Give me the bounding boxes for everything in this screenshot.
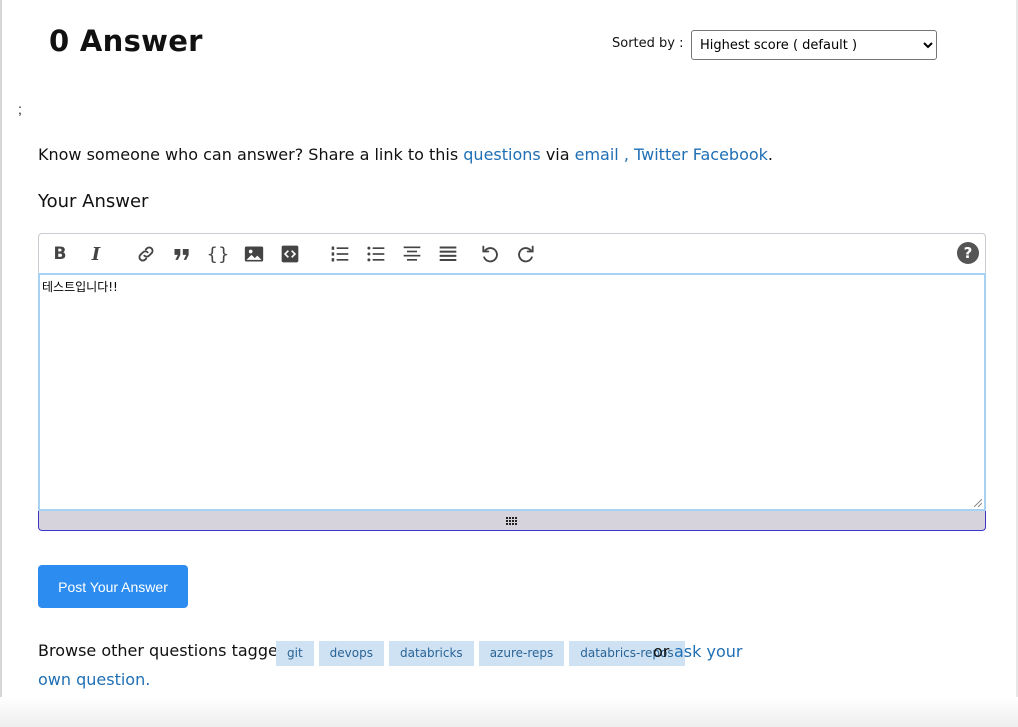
redo-icon[interactable] bbox=[513, 241, 539, 267]
tag-azure-reps[interactable]: azure-reps bbox=[478, 641, 565, 666]
share-prefix: Know someone who can answer? Share a lin… bbox=[38, 145, 464, 164]
share-via: via bbox=[540, 145, 575, 164]
tag-databricks[interactable]: databricks bbox=[388, 641, 474, 666]
facebook-link[interactable]: Facebook bbox=[693, 145, 768, 164]
code-icon[interactable]: {} bbox=[205, 241, 231, 267]
help-icon[interactable]: ? bbox=[957, 242, 979, 264]
ask-question-link-cont[interactable]: own question. bbox=[38, 670, 150, 689]
editor-resize-handle[interactable] bbox=[38, 511, 986, 531]
browse-tags-prefix: Browse other questions tagged bbox=[38, 641, 288, 660]
blockquote-icon[interactable] bbox=[169, 241, 195, 267]
window-left-border bbox=[0, 0, 2, 727]
link-icon[interactable] bbox=[133, 241, 159, 267]
questions-link[interactable]: questions bbox=[463, 145, 540, 164]
sort-select[interactable]: Highest score ( default ) bbox=[691, 30, 937, 60]
sort-label: Sorted by : bbox=[612, 36, 684, 51]
answer-count-heading: 0 Answer bbox=[49, 24, 203, 58]
answer-text: 테스트입니다!! bbox=[42, 280, 118, 294]
tag-git[interactable]: git bbox=[276, 641, 314, 666]
stray-text: ; bbox=[18, 101, 22, 117]
ask-question-link[interactable]: ask your bbox=[674, 642, 742, 661]
or-text: or bbox=[653, 642, 670, 661]
tag-devops[interactable]: devops bbox=[318, 641, 384, 666]
justify-icon[interactable] bbox=[435, 241, 461, 267]
twitter-link[interactable]: Twitter bbox=[634, 145, 688, 164]
align-center-icon[interactable] bbox=[399, 241, 425, 267]
answer-editor-content[interactable]: 테스트입니다!! bbox=[38, 273, 986, 511]
post-answer-button[interactable]: Post Your Answer bbox=[38, 565, 188, 608]
grip-icon bbox=[506, 516, 517, 525]
snippet-icon[interactable] bbox=[277, 241, 303, 267]
your-answer-title: Your Answer bbox=[38, 191, 149, 212]
unordered-list-icon[interactable] bbox=[363, 241, 389, 267]
undo-icon[interactable] bbox=[477, 241, 503, 267]
bold-icon[interactable]: B bbox=[47, 241, 73, 267]
share-suffix: . bbox=[767, 145, 774, 164]
image-icon[interactable] bbox=[241, 241, 267, 267]
share-line: Know someone who can answer? Share a lin… bbox=[38, 145, 773, 164]
italic-icon[interactable]: I bbox=[83, 241, 109, 267]
email-link[interactable]: email , bbox=[575, 145, 629, 164]
editor-toolbar: B I {} ? bbox=[38, 233, 986, 273]
resize-corner-icon[interactable] bbox=[974, 499, 982, 507]
tag-list: git devops databricks azure-reps databri… bbox=[276, 641, 685, 666]
answer-editor: B I {} ? 테스트입니다!! bbox=[38, 233, 986, 531]
window-bottom-shade bbox=[0, 697, 1018, 727]
ordered-list-icon[interactable] bbox=[327, 241, 353, 267]
